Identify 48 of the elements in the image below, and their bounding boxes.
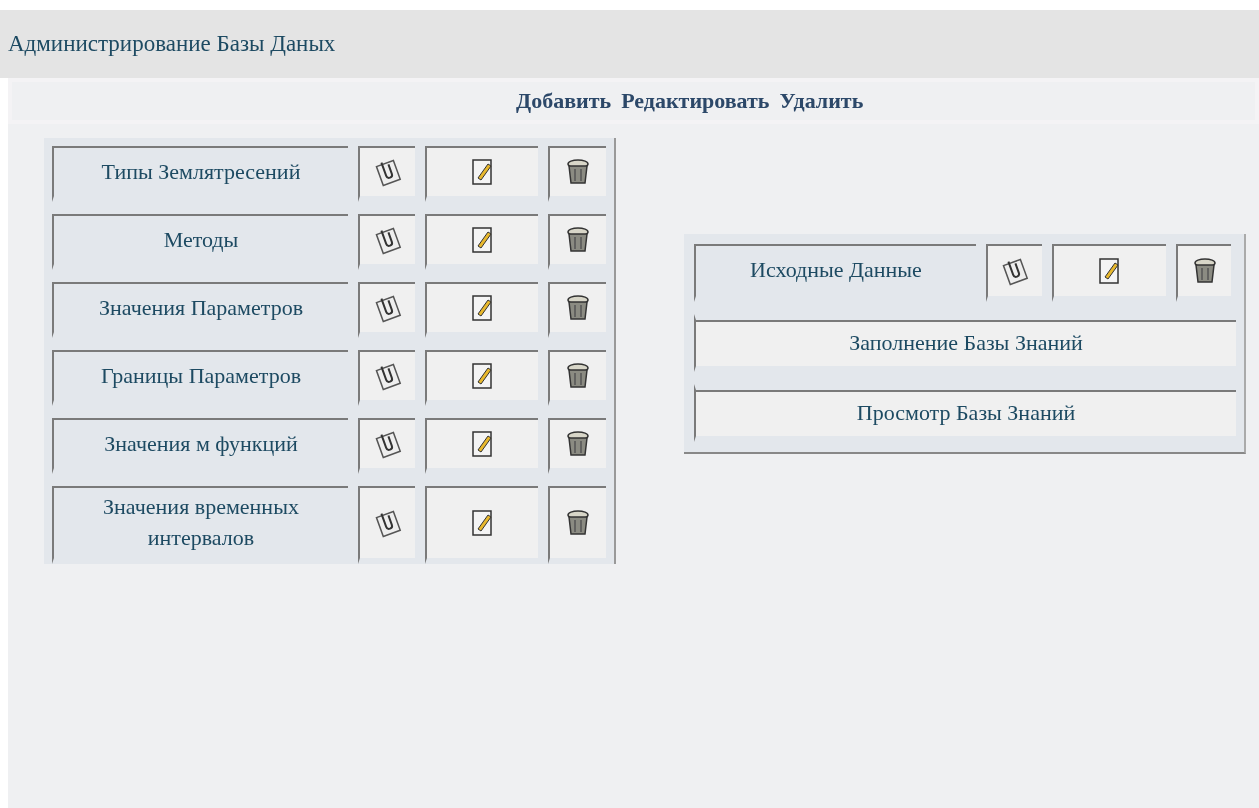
notepad-pencil-icon <box>470 508 495 537</box>
table-cell: Границы Параметров <box>52 350 348 406</box>
delete-button[interactable] <box>1176 243 1231 302</box>
table-cell: Значения м функций <box>52 418 348 474</box>
delete-button[interactable] <box>548 146 606 202</box>
add-button[interactable] <box>358 486 415 564</box>
table-cell: Значения Параметров <box>52 282 348 338</box>
notepad-pencil-icon <box>470 226 495 254</box>
delete-button[interactable] <box>548 214 606 270</box>
action-button[interactable]: Просмотр Базы Знаний <box>694 383 1236 442</box>
add-button[interactable] <box>358 418 415 474</box>
delete-button[interactable] <box>548 418 606 474</box>
column-heading: Добавить <box>516 88 612 114</box>
edit-button[interactable] <box>425 418 538 474</box>
table-cell: Методы <box>52 214 348 270</box>
trash-can-icon <box>1192 256 1217 285</box>
add-button[interactable] <box>358 350 415 406</box>
trash-can-icon <box>566 158 590 186</box>
delete-button[interactable] <box>548 486 606 564</box>
trash-can-icon <box>566 294 590 322</box>
action-button[interactable]: Заполнение Базы Знаний <box>694 313 1236 372</box>
edit-button[interactable] <box>425 282 538 338</box>
trash-can-icon <box>566 226 590 254</box>
edit-button[interactable] <box>425 486 538 564</box>
trash-can-icon <box>566 362 590 390</box>
add-button[interactable] <box>986 243 1042 302</box>
trash-can-icon <box>566 508 590 537</box>
table-cell: Значения временных интервалов <box>52 486 348 564</box>
notepad-pencil-icon <box>470 158 495 186</box>
edit-button[interactable] <box>425 146 538 202</box>
delete-button[interactable] <box>548 282 606 338</box>
delete-button[interactable] <box>548 350 606 406</box>
edit-button[interactable] <box>425 350 538 406</box>
add-button[interactable] <box>358 214 415 270</box>
notepad-pencil-icon <box>1098 256 1122 285</box>
notepad-pencil-icon <box>470 362 495 390</box>
table-cell: Типы Землятресений <box>52 146 348 202</box>
add-button[interactable] <box>358 146 415 202</box>
notepad-pencil-icon <box>470 430 495 458</box>
table-cell: Исходные Данные <box>694 243 976 302</box>
notepad-pencil-icon <box>470 294 495 322</box>
add-button[interactable] <box>358 282 415 338</box>
column-heading: Удалить <box>779 88 864 114</box>
edit-button[interactable] <box>1052 243 1166 302</box>
page-title: Администрирование Базы Даных <box>8 31 336 57</box>
edit-button[interactable] <box>425 214 538 270</box>
trash-can-icon <box>566 430 590 458</box>
column-heading: Редактировать <box>621 88 770 114</box>
